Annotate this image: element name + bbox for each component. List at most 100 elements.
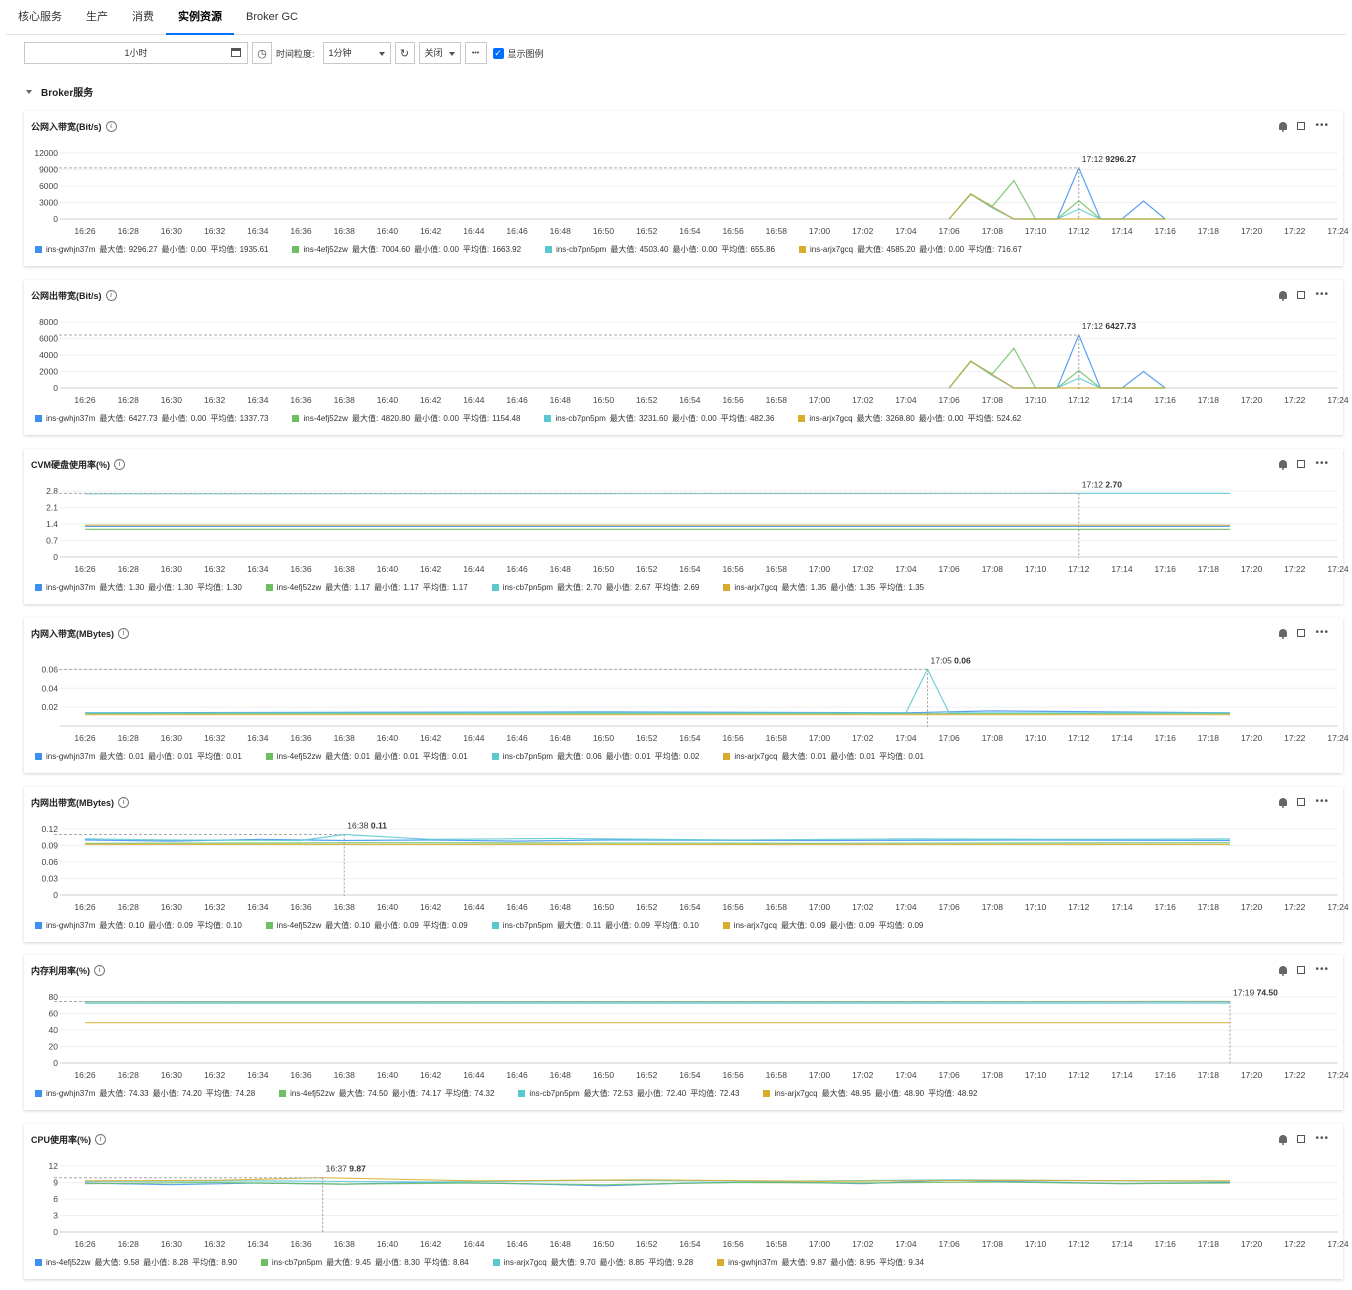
- x-tick-label: 17:20: [1241, 564, 1263, 574]
- clock-button[interactable]: ◷: [252, 42, 272, 64]
- legend-stat-label-avg: 平均值:: [196, 921, 224, 930]
- legend-swatch: [35, 922, 42, 929]
- chart-panel: 内网入带宽(MBytes) i ••• 0.06 0.04 0.02 16:26 16:28 1…: [24, 618, 1349, 773]
- legend-item[interactable]: ins-gwhjn37m 最大值: 9.87 最小值: 8.95 平均值: 9.34: [717, 1257, 928, 1268]
- time-range-picker[interactable]: 1小时: [24, 42, 248, 64]
- tooltip-time: 17:12: [1082, 321, 1106, 331]
- legend-stat-max: 74.33: [128, 1089, 149, 1098]
- x-tick-label: 16:52: [636, 1070, 658, 1080]
- legend-stat-label-min: 最小值:: [152, 1089, 179, 1098]
- legend-item[interactable]: ins-gwhjn37m 最大值: 1.30 最小值: 1.30 平均值: 1.30: [35, 582, 246, 593]
- x-tick-label: 16:30: [161, 1239, 183, 1249]
- legend-swatch: [265, 584, 273, 591]
- legend-stat-label-min: 最小值:: [919, 245, 946, 254]
- x-tick-label: 16:26: [74, 1070, 96, 1080]
- legend-item[interactable]: ins-cb7pn5pm 最大值: 3231.60 最小值: 0.00 平均值: 482.3…: [544, 413, 778, 424]
- legend-item[interactable]: ins-cb7pn5pm 最大值: 0.11 最小值: 0.09 平均值: 0.10: [491, 920, 703, 931]
- legend-item[interactable]: ins-arjx7gcq 最大值: 1.35 最小值: 1.35 平均值: 1.35: [723, 582, 928, 593]
- legend-stat-label-min: 最小值:: [148, 583, 175, 592]
- legend-stat-label-avg: 平均值:: [196, 583, 224, 592]
- series-line-ins-gwhjn37m: [948, 166, 1166, 220]
- x-tick-label: 16:26: [74, 226, 96, 236]
- legend-series-name: ins-gwhjn37m: [46, 1089, 96, 1098]
- legend-item[interactable]: ins-gwhjn37m 最大值: 74.33 最小值: 74.20 平均值: 74.28: [35, 1088, 259, 1099]
- legend-stat-label-min: 最小值:: [374, 1258, 402, 1267]
- section-header[interactable]: Broker服务: [26, 84, 93, 99]
- tab-production[interactable]: 生产: [74, 0, 120, 34]
- legend-item[interactable]: ins-arjx7gcq 最大值: 3268.80 最小值: 0.00 平均值: 524.6…: [798, 413, 1025, 424]
- legend-stat-label-max: 最大值:: [856, 414, 883, 423]
- y-tick-label: 40: [49, 1025, 59, 1035]
- y-tick-label: 1.4: [46, 519, 58, 529]
- legend-item[interactable]: ins-4efj52zw 最大值: 9.58 最小值: 8.28 平均值: 8.90: [35, 1257, 241, 1268]
- legend-item[interactable]: ins-arjx7gcq 最大值: 4585.20 最小值: 0.00 平均值: 716.6…: [799, 244, 1026, 255]
- x-tick-label: 16:34: [247, 1239, 269, 1249]
- x-tick-label: 16:30: [161, 1070, 183, 1080]
- legend-item[interactable]: ins-arjx7gcq 最大值: 9.70 最小值: 8.85 平均值: 9.28: [492, 1257, 698, 1268]
- legend-item[interactable]: ins-gwhjn37m 最大值: 6427.73 最小值: 0.00 平均值: 1337.…: [35, 413, 272, 424]
- legend-stat-label-avg: 平均值:: [210, 245, 237, 254]
- legend-item[interactable]: ins-4efj52zw 最大值: 7004.60 最小值: 0.00 平均值: 1663.…: [292, 244, 525, 255]
- chart-legend: ins-gwhjn37m 最大值: 0.01 最小值: 0.01 平均值: 0.01 ins-…: [35, 751, 948, 762]
- legend-stat-label-min: 最小值:: [374, 583, 401, 592]
- legend-item[interactable]: ins-arjx7gcq 最大值: 48.95 最小值: 48.90 平均值: 48.92: [763, 1088, 981, 1099]
- legend-swatch: [544, 415, 552, 422]
- granularity-select[interactable]: 1分钟: [322, 42, 391, 64]
- x-tick-label: 17:04: [895, 1070, 917, 1080]
- x-tick-label: 17:10: [1025, 1070, 1047, 1080]
- legend-item[interactable]: ins-cb7pn5pm 最大值: 4503.40 最小值: 0.00 平均值: 655.8…: [545, 244, 779, 255]
- legend-stat-max: 74.50: [367, 1089, 388, 1098]
- legend-item[interactable]: ins-4efj52zw 最大值: 0.10 最小值: 0.09 平均值: 0.09: [265, 920, 472, 931]
- legend-item[interactable]: ins-gwhjn37m 最大值: 0.10 最小值: 0.09 平均值: 0.10: [35, 920, 246, 931]
- y-tick-label: 8000: [39, 317, 58, 327]
- series-line-ins-4efj52zw: [84, 842, 1231, 844]
- legend-item[interactable]: ins-4efj52zw 最大值: 4820.80 最小值: 0.00 平均值: 1154.…: [292, 413, 524, 424]
- chart-svg: 0.06 0.04 0.02 16:26 16:28 16:30 16:32 16:34 16:…: [41, 655, 1348, 743]
- x-tick-label: 16:50: [593, 226, 615, 236]
- x-tick-label: 17:00: [809, 1239, 831, 1249]
- legend-item[interactable]: ins-arjx7gcq 最大值: 0.09 最小值: 0.09 平均值: 0.09: [722, 920, 928, 931]
- legend-stat-label-min: 最小值:: [161, 245, 188, 254]
- auto-refresh-select[interactable]: 关闭: [418, 42, 461, 64]
- x-tick-label: 16:54: [679, 1070, 701, 1080]
- legend-stat-label-max: 最大值:: [781, 752, 808, 761]
- legend-item[interactable]: ins-cb7pn5pm 最大值: 0.06 最小值: 0.01 平均值: 0.02: [491, 751, 704, 762]
- legend-item[interactable]: ins-cb7pn5pm 最大值: 2.70 最小值: 2.67 平均值: 2.69: [491, 582, 704, 593]
- legend-item[interactable]: ins-gwhjn37m 最大值: 9296.27 最小值: 0.00 平均值: 1935.…: [35, 244, 272, 255]
- legend-stat-label-max: 最大值:: [857, 245, 884, 254]
- legend-stat-avg: 0.01: [908, 752, 924, 761]
- chart-legend: ins-gwhjn37m 最大值: 9296.27 最小值: 0.00 平均值: 1935.…: [35, 244, 1046, 255]
- show-legend-checkbox[interactable]: ✓: [492, 47, 504, 59]
- y-tick-label: 4000: [39, 350, 58, 360]
- legend-series-name: ins-gwhjn37m: [46, 583, 96, 592]
- show-legend-label: 显示图例: [507, 48, 544, 59]
- legend-item[interactable]: ins-cb7pn5pm 最大值: 72.53 最小值: 72.40 平均值: 72.43: [518, 1088, 743, 1099]
- legend-item[interactable]: ins-gwhjn37m 最大值: 0.01 最小值: 0.01 平均值: 0.01: [35, 751, 246, 762]
- x-tick-label: 16:34: [247, 902, 269, 912]
- legend-item[interactable]: ins-4efj52zw 最大值: 74.50 最小值: 74.17 平均值: 74.32: [279, 1088, 498, 1099]
- legend-item[interactable]: ins-arjx7gcq 最大值: 0.01 最小值: 0.01 平均值: 0.01: [723, 751, 928, 762]
- legend-item[interactable]: ins-cb7pn5pm 最大值: 9.45 最小值: 8.30 平均值: 8.84: [260, 1257, 473, 1268]
- refresh-button[interactable]: ↻: [394, 42, 415, 64]
- x-tick-label: 17:16: [1155, 564, 1177, 574]
- x-tick-label: 17:18: [1198, 564, 1220, 574]
- more-button[interactable]: •••: [464, 42, 487, 64]
- legend-stat-label-max: 最大值:: [609, 414, 636, 423]
- legend-item[interactable]: ins-4efj52zw 最大值: 1.17 最小值: 1.17 平均值: 1.17: [265, 582, 472, 593]
- x-tick-label: 17:18: [1198, 902, 1220, 912]
- legend-stat-max: 9296.27: [128, 245, 158, 254]
- tab-instance-resources[interactable]: 实例资源: [166, 0, 234, 35]
- legend-swatch: [35, 1259, 42, 1266]
- x-tick-label: 16:44: [463, 395, 485, 405]
- legend-stat-min: 74.17: [421, 1089, 442, 1098]
- x-tick-label: 16:38: [334, 395, 356, 405]
- tab-consumption[interactable]: 消费: [120, 0, 166, 34]
- tab-broker-gc[interactable]: Broker GC: [234, 0, 310, 34]
- legend-stat-min: 2.67: [635, 583, 651, 592]
- legend-stat-label-min: 最小值:: [605, 583, 632, 592]
- chart-legend: ins-gwhjn37m 最大值: 0.10 最小值: 0.09 平均值: 0.10 ins-…: [35, 920, 947, 931]
- tab-core-service[interactable]: 核心服务: [6, 0, 74, 34]
- legend-stat-min: 1.30: [177, 583, 193, 592]
- legend-item[interactable]: ins-4efj52zw 最大值: 0.01 最小值: 0.01 平均值: 0.01: [265, 751, 472, 762]
- x-tick-label: 17:02: [852, 226, 874, 236]
